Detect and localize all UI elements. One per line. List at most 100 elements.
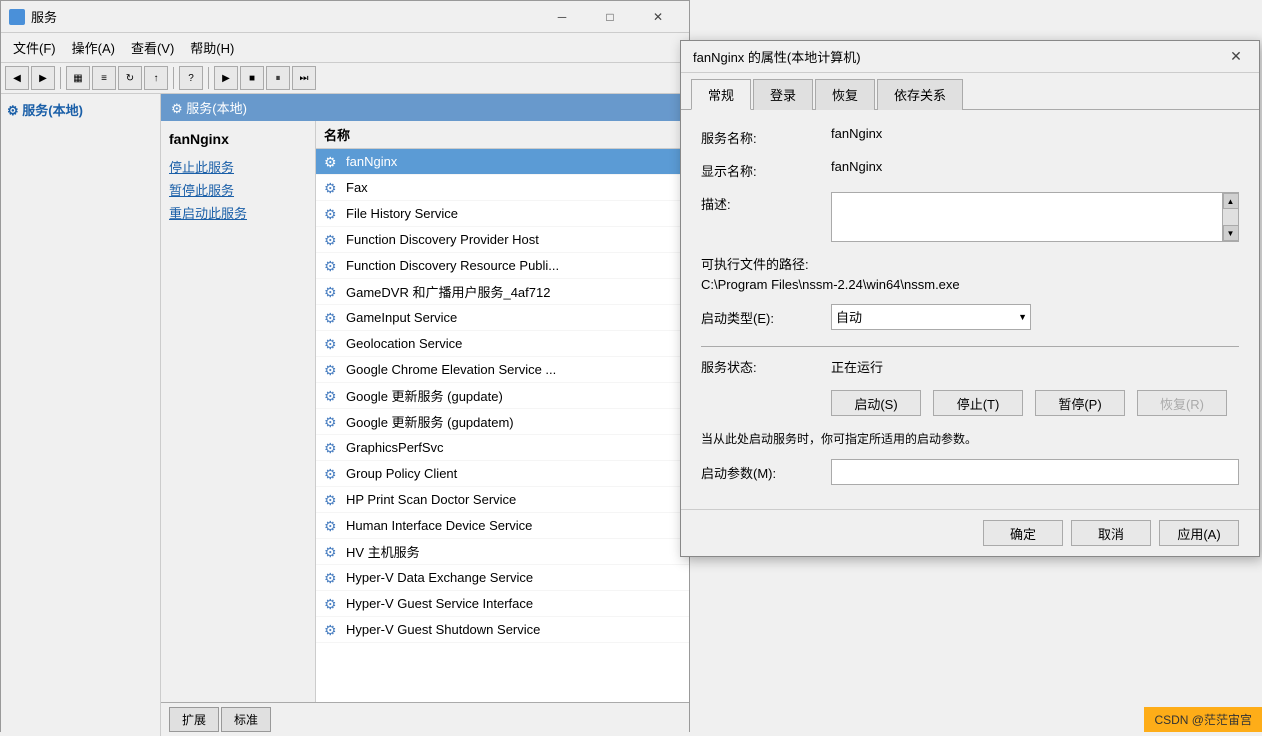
dialog-footer: 确定 取消 应用(A) [681, 509, 1259, 556]
service-item-name: Human Interface Device Service [346, 518, 532, 533]
menu-file[interactable]: 文件(F) [5, 35, 64, 60]
action-pause-link[interactable]: 暂停此服务 [169, 180, 307, 199]
service-list-item[interactable]: Fax [316, 175, 689, 201]
service-item-name: HV 主机服务 [346, 542, 420, 561]
title-bar-controls: ─ □ ✕ [539, 2, 681, 32]
left-description-panel: fanNginx 停止此服务 暂停此服务 重启动此服务 [161, 121, 316, 702]
service-list-item[interactable]: Hyper-V Data Exchange Service [316, 565, 689, 591]
service-list-item[interactable]: Hyper-V Guest Shutdown Service [316, 617, 689, 643]
service-status-value: 正在运行 [831, 357, 883, 376]
description-row: 描述: ▲ ▼ [701, 192, 1239, 242]
description-box[interactable]: ▲ ▼ [831, 192, 1239, 242]
toolbar-btn-stop[interactable]: ■ [240, 66, 264, 90]
display-name-row: 显示名称: fanNginx [701, 159, 1239, 180]
apply-button[interactable]: 应用(A) [1159, 520, 1239, 546]
display-name-label: 显示名称: [701, 159, 831, 180]
toolbar-btn-back[interactable]: ◀ [5, 66, 29, 90]
start-params-row: 启动参数(M): [701, 459, 1239, 485]
dialog-title-text: fanNginx 的属性(本地计算机) [693, 47, 1225, 66]
toolbar-separator-2 [173, 67, 174, 89]
maximize-button[interactable]: □ [587, 2, 633, 32]
toolbar-btn-list[interactable]: ≡ [92, 66, 116, 90]
service-gear-icon [324, 544, 340, 560]
service-list-item[interactable]: HP Print Scan Doctor Service [316, 487, 689, 513]
properties-dialog: fanNginx 的属性(本地计算机) ✕ 常规 登录 恢复 依存关系 服务名称… [680, 40, 1260, 557]
toolbar-btn-resume[interactable]: ⏭ [292, 66, 316, 90]
tab-standard[interactable]: 标准 [221, 707, 271, 732]
service-gear-icon [324, 622, 340, 638]
service-list-item[interactable]: Human Interface Device Service [316, 513, 689, 539]
info-text: 当从此处启动服务时，你可指定所适用的启动参数。 [701, 430, 1239, 447]
tab-general[interactable]: 常规 [691, 79, 751, 110]
cancel-button[interactable]: 取消 [1071, 520, 1151, 546]
toolbar-btn-help[interactable]: ? [179, 66, 203, 90]
selected-service-name: fanNginx [169, 131, 307, 147]
start-button[interactable]: 启动(S) [831, 390, 921, 416]
service-list-item[interactable]: Group Policy Client [316, 461, 689, 487]
stop-button[interactable]: 停止(T) [933, 390, 1023, 416]
toolbar-btn-pause[interactable]: ⏸ [266, 66, 290, 90]
close-button[interactable]: ✕ [635, 2, 681, 32]
service-gear-icon [324, 284, 340, 300]
toolbar-btn-export[interactable]: ↑ [144, 66, 168, 90]
toolbar-btn-forward[interactable]: ▶ [31, 66, 55, 90]
menu-help[interactable]: 帮助(H) [182, 35, 242, 60]
description-label: 描述: [701, 192, 831, 213]
toolbar-btn-start[interactable]: ▶ [214, 66, 238, 90]
service-list-item[interactable]: File History Service [316, 201, 689, 227]
service-list-item[interactable]: Hyper-V Guest Service Interface [316, 591, 689, 617]
toolbar-btn-show[interactable]: ▦ [66, 66, 90, 90]
description-scrollbar[interactable]: ▲ ▼ [1222, 193, 1238, 241]
scroll-up-arrow[interactable]: ▲ [1223, 193, 1239, 209]
tab-recovery[interactable]: 恢复 [815, 79, 875, 110]
startup-type-select[interactable]: 自动 自动(延迟启动) 手动 禁用 [831, 304, 1031, 330]
service-list-item[interactable]: Google Chrome Elevation Service ... [316, 357, 689, 383]
service-item-name: Hyper-V Data Exchange Service [346, 570, 533, 585]
panel-header: ⚙ 服务(本地) [161, 94, 689, 121]
menu-action[interactable]: 操作(A) [64, 35, 123, 60]
service-list-container[interactable]: 名称 fanNginx Fax File History Service Functi… [316, 121, 689, 702]
service-name-label: 服务名称: [701, 126, 831, 147]
main-title-bar: 服务 ─ □ ✕ [1, 1, 689, 33]
service-list-item[interactable]: GameDVR 和广播用户服务_4af712 [316, 279, 689, 305]
action-stop-link[interactable]: 停止此服务 [169, 157, 307, 176]
service-list-item[interactable]: Google 更新服务 (gupdatem) [316, 409, 689, 435]
start-params-input[interactable] [831, 459, 1239, 485]
sidebar-icon: ⚙ [7, 103, 22, 118]
tab-dependencies[interactable]: 依存关系 [877, 79, 963, 110]
service-item-name: Function Discovery Resource Publi... [346, 258, 559, 273]
scroll-down-arrow[interactable]: ▼ [1223, 225, 1239, 241]
service-gear-icon [324, 570, 340, 586]
tab-expand[interactable]: 扩展 [169, 707, 219, 732]
list-header: 名称 [316, 121, 689, 149]
service-list-item[interactable]: Function Discovery Provider Host [316, 227, 689, 253]
dialog-close-button[interactable]: ✕ [1225, 46, 1247, 68]
service-item-name: File History Service [346, 206, 458, 221]
action-restart-link[interactable]: 重启动此服务 [169, 203, 307, 222]
service-item-name: Geolocation Service [346, 336, 462, 351]
service-list-item[interactable]: fanNginx [316, 149, 689, 175]
main-title-text: 服务 [31, 7, 57, 26]
service-list-item[interactable]: Function Discovery Resource Publi... [316, 253, 689, 279]
ok-button[interactable]: 确定 [983, 520, 1063, 546]
dialog-tabs: 常规 登录 恢复 依存关系 [681, 73, 1259, 110]
toolbar-btn-refresh[interactable]: ↻ [118, 66, 142, 90]
service-list-item[interactable]: GraphicsPerfSvc [316, 435, 689, 461]
watermark: CSDN @茫茫宙宫 [1144, 707, 1262, 732]
service-list-item[interactable]: HV 主机服务 [316, 539, 689, 565]
minimize-button[interactable]: ─ [539, 2, 585, 32]
tab-login[interactable]: 登录 [753, 79, 813, 110]
service-item-name: Fax [346, 180, 368, 195]
dialog-title-bar: fanNginx 的属性(本地计算机) ✕ [681, 41, 1259, 73]
service-list-item[interactable]: GameInput Service [316, 305, 689, 331]
resume-button[interactable]: 恢复(R) [1137, 390, 1227, 416]
service-list-item[interactable]: Google 更新服务 (gupdate) [316, 383, 689, 409]
service-status-label: 服务状态: [701, 357, 831, 376]
main-panel: ⚙ 服务(本地) fanNginx 停止此服务 暂停此服务 重启动此服务 名称 … [161, 94, 689, 736]
service-list-item[interactable]: Geolocation Service [316, 331, 689, 357]
service-gear-icon [324, 440, 340, 456]
service-item-name: Google Chrome Elevation Service ... [346, 362, 556, 377]
menu-view[interactable]: 查看(V) [123, 35, 182, 60]
pause-button[interactable]: 暂停(P) [1035, 390, 1125, 416]
service-name-row: 服务名称: fanNginx [701, 126, 1239, 147]
